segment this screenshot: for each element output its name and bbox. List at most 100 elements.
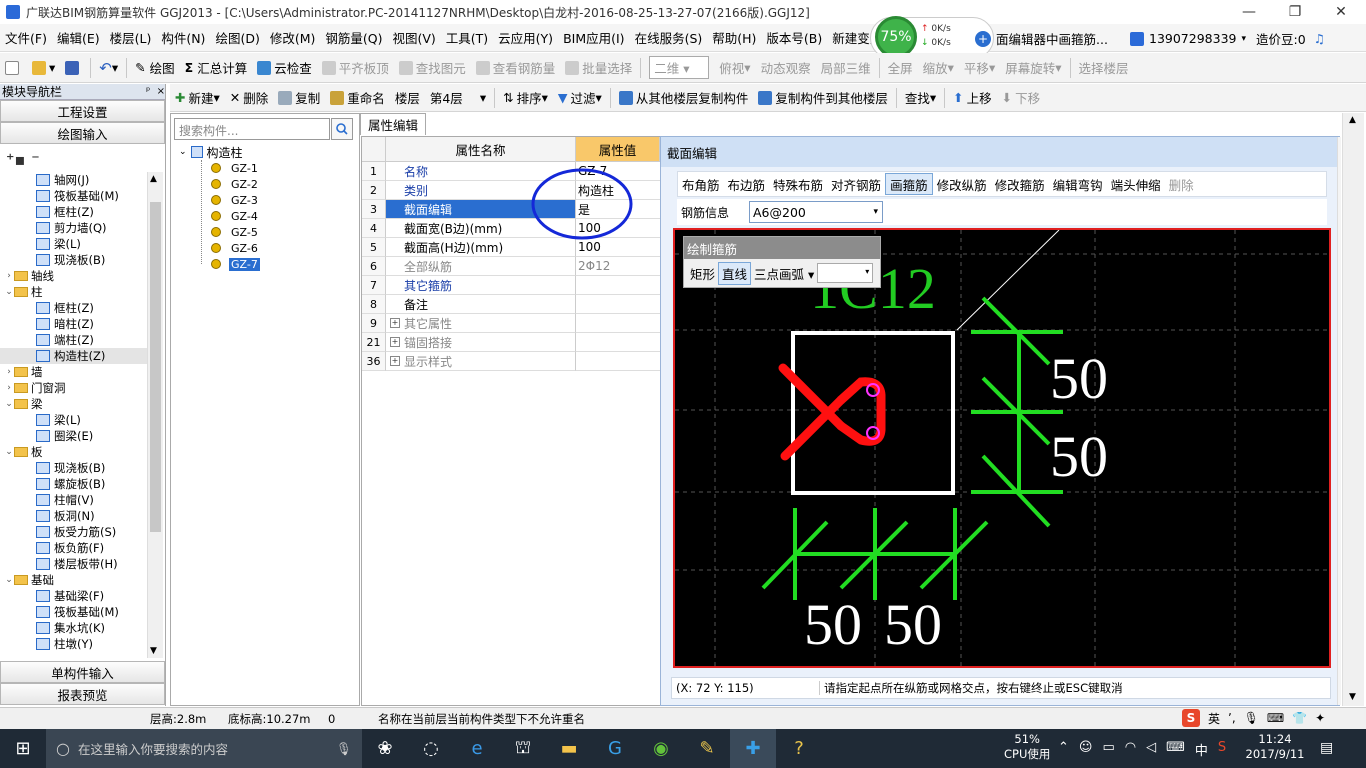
section-tool-button[interactable]: 修改箍筋 bbox=[991, 173, 1049, 195]
notice-link[interactable]: 面编辑器中画箍筋... bbox=[996, 29, 1108, 48]
view-rebar-button[interactable]: 查看钢筋量 bbox=[471, 55, 561, 81]
expand-toggle-icon[interactable]: ⌄ bbox=[4, 575, 14, 585]
tree-item[interactable]: 梁(L) bbox=[0, 412, 148, 428]
tree-item[interactable]: 现浇板(B) bbox=[0, 460, 148, 476]
expand-toggle-icon[interactable]: ⌄ bbox=[4, 399, 14, 409]
sum-calc-button[interactable]: Σ 汇总计算 bbox=[180, 55, 253, 81]
find-button[interactable]: 查找 ▾ bbox=[900, 85, 941, 111]
store-icon[interactable]: ⛫ bbox=[500, 729, 546, 768]
rotate-button[interactable]: 屏幕旋转 ▾ bbox=[1000, 55, 1066, 81]
batch-select-button[interactable]: 批量选择 bbox=[560, 55, 637, 81]
section-tool-button[interactable]: 布角筋 bbox=[678, 173, 724, 195]
column-section-rect[interactable] bbox=[791, 331, 955, 495]
browser-icon[interactable]: ◌ bbox=[408, 729, 454, 768]
edge-icon[interactable]: e bbox=[454, 729, 500, 768]
tree-item[interactable]: 构造柱(Z) bbox=[0, 348, 148, 364]
menu-item[interactable]: 构件(N) bbox=[156, 28, 210, 47]
tree-folder[interactable]: ⌄ 板 bbox=[0, 444, 148, 460]
expand-toggle-icon[interactable]: › bbox=[4, 271, 14, 281]
undo-icon[interactable]: ↶ ▾ bbox=[94, 55, 123, 81]
floor-select[interactable]: 第4层 ▾ bbox=[425, 85, 491, 111]
pin-icon[interactable]: ᵖ bbox=[146, 86, 150, 97]
tree-item[interactable]: 板洞(N) bbox=[0, 508, 148, 524]
sort-button[interactable]: ⇅ 排序 ▾ bbox=[498, 85, 553, 111]
search-icon[interactable] bbox=[331, 118, 353, 140]
minimize-button[interactable]: — bbox=[1226, 0, 1272, 24]
expand-plus-icon[interactable]: + bbox=[390, 318, 400, 328]
clock[interactable]: 11:24 2017/9/11 bbox=[1240, 732, 1310, 762]
tree-item[interactable]: 板负筋(F) bbox=[0, 540, 148, 556]
section-tool-button[interactable]: 特殊布筋 bbox=[769, 173, 827, 195]
skin-icon[interactable]: 👕 bbox=[1292, 711, 1307, 725]
open-folder-icon[interactable]: ▾ bbox=[27, 55, 60, 81]
move-down-button[interactable]: ⬇ 下移 bbox=[997, 85, 1046, 111]
filter-button[interactable]: ▼ 过滤 ▾ bbox=[553, 85, 607, 111]
component-item[interactable]: GZ-2 bbox=[211, 176, 260, 192]
new-component-button[interactable]: ✚ 新建 ▾ bbox=[170, 85, 225, 111]
nav-close-icon[interactable]: × bbox=[157, 86, 165, 97]
pan-button[interactable]: 平移 ▾ bbox=[959, 55, 1000, 81]
menu-item[interactable]: 云应用(Y) bbox=[493, 28, 558, 47]
rect-button[interactable]: 矩形 bbox=[687, 263, 718, 284]
delete-button[interactable]: ✕ 删除 bbox=[225, 85, 274, 111]
component-item[interactable]: GZ-5 bbox=[211, 224, 260, 240]
taskbar-search[interactable]: ○ 在这里输入你要搜索的内容 🎙 bbox=[46, 729, 362, 768]
plus-icon[interactable]: + bbox=[975, 31, 991, 47]
property-value[interactable] bbox=[576, 352, 660, 371]
volume-icon[interactable]: ◁ bbox=[1146, 740, 1156, 759]
menu-item[interactable]: 楼层(L) bbox=[105, 28, 157, 47]
menu-item[interactable]: BIM应用(I) bbox=[558, 28, 630, 47]
tray-expand-icon[interactable]: ⌃ bbox=[1058, 740, 1069, 759]
ime-lang[interactable]: 英 bbox=[1208, 710, 1220, 727]
copy-from-floor-button[interactable]: 从其他楼层复制构件 bbox=[614, 85, 754, 111]
green-app-icon[interactable]: ◉ bbox=[638, 729, 684, 768]
scroll-up-icon[interactable]: ▲ bbox=[1349, 115, 1356, 125]
mic-icon[interactable]: 🎙 bbox=[1244, 711, 1259, 725]
collapse-all-icon[interactable]: ⁻ bbox=[31, 150, 39, 169]
save-icon[interactable] bbox=[60, 55, 87, 81]
ggj-app-icon[interactable]: ✚ bbox=[730, 729, 776, 768]
tree-item[interactable]: 板受力筋(S) bbox=[0, 524, 148, 540]
tree-item[interactable]: 轴网(J) bbox=[0, 172, 148, 188]
menu-item[interactable]: 视图(V) bbox=[387, 28, 440, 47]
keyboard-icon[interactable]: ⌨ bbox=[1267, 711, 1284, 725]
property-row[interactable]: 6 全部纵筋 2Φ12 bbox=[362, 257, 660, 276]
expand-toggle-icon[interactable]: › bbox=[4, 383, 14, 393]
top-view-button[interactable]: 俯视 ▾ bbox=[714, 55, 755, 81]
line-button[interactable]: 直线 bbox=[718, 261, 752, 285]
menu-item[interactable]: 编辑(E) bbox=[52, 28, 105, 47]
section-tool-button[interactable]: 布边筋 bbox=[724, 173, 770, 195]
single-input-button[interactable]: 单构件输入 bbox=[0, 661, 165, 683]
scroll-down-icon[interactable]: ▼ bbox=[1349, 692, 1356, 702]
tree-folder[interactable]: ⌄ 梁 bbox=[0, 396, 148, 412]
phone-number[interactable]: 13907298339 bbox=[1149, 31, 1236, 46]
menu-item[interactable]: 工具(T) bbox=[441, 28, 493, 47]
menu-item[interactable]: 钢筋量(Q) bbox=[320, 28, 387, 47]
tree-folder[interactable]: › 墙 bbox=[0, 364, 148, 380]
wifi-icon[interactable]: ◠ bbox=[1125, 740, 1136, 759]
property-row[interactable]: 8 备注 bbox=[362, 295, 660, 314]
menu-item[interactable]: 帮助(H) bbox=[707, 28, 761, 47]
flat-board-button[interactable]: 平齐板顶 bbox=[317, 55, 394, 81]
menu-item[interactable]: 版本号(B) bbox=[761, 28, 827, 47]
keyboard-tray-icon[interactable]: ⌨ bbox=[1166, 740, 1185, 759]
tools-icon[interactable]: ✦ bbox=[1315, 711, 1325, 725]
tab-property-edit[interactable]: 属性编辑 bbox=[360, 113, 426, 135]
property-value[interactable] bbox=[576, 314, 660, 333]
new-file-icon[interactable] bbox=[0, 55, 27, 81]
tree-item[interactable]: 筏板基础(M) bbox=[0, 604, 148, 620]
component-item[interactable]: GZ-3 bbox=[211, 192, 260, 208]
select-floor-button[interactable]: 选择楼层 bbox=[1074, 55, 1134, 81]
property-value[interactable]: 2Φ12 bbox=[576, 257, 660, 276]
price-bean[interactable]: 造价豆:0 bbox=[1256, 29, 1306, 48]
tree-folder[interactable]: ⌄ 柱 bbox=[0, 284, 148, 300]
tree-item[interactable]: 基础梁(F) bbox=[0, 588, 148, 604]
property-row[interactable]: 9 + 其它属性 bbox=[362, 314, 660, 333]
property-value[interactable] bbox=[576, 276, 660, 295]
component-root[interactable]: ⌄ 构造柱 bbox=[179, 144, 243, 160]
sogou-ime-icon[interactable]: S bbox=[1182, 709, 1200, 727]
expand-plus-icon[interactable]: + bbox=[390, 356, 400, 366]
section-canvas[interactable]: 1C12 50 50 50 50 绘制箍筋 矩形 直线 三点画弧 ▾ ▾ bbox=[673, 228, 1331, 668]
component-search-input[interactable]: 搜索构件... bbox=[174, 118, 330, 140]
notification-icon[interactable]: ▤ bbox=[1320, 740, 1333, 756]
